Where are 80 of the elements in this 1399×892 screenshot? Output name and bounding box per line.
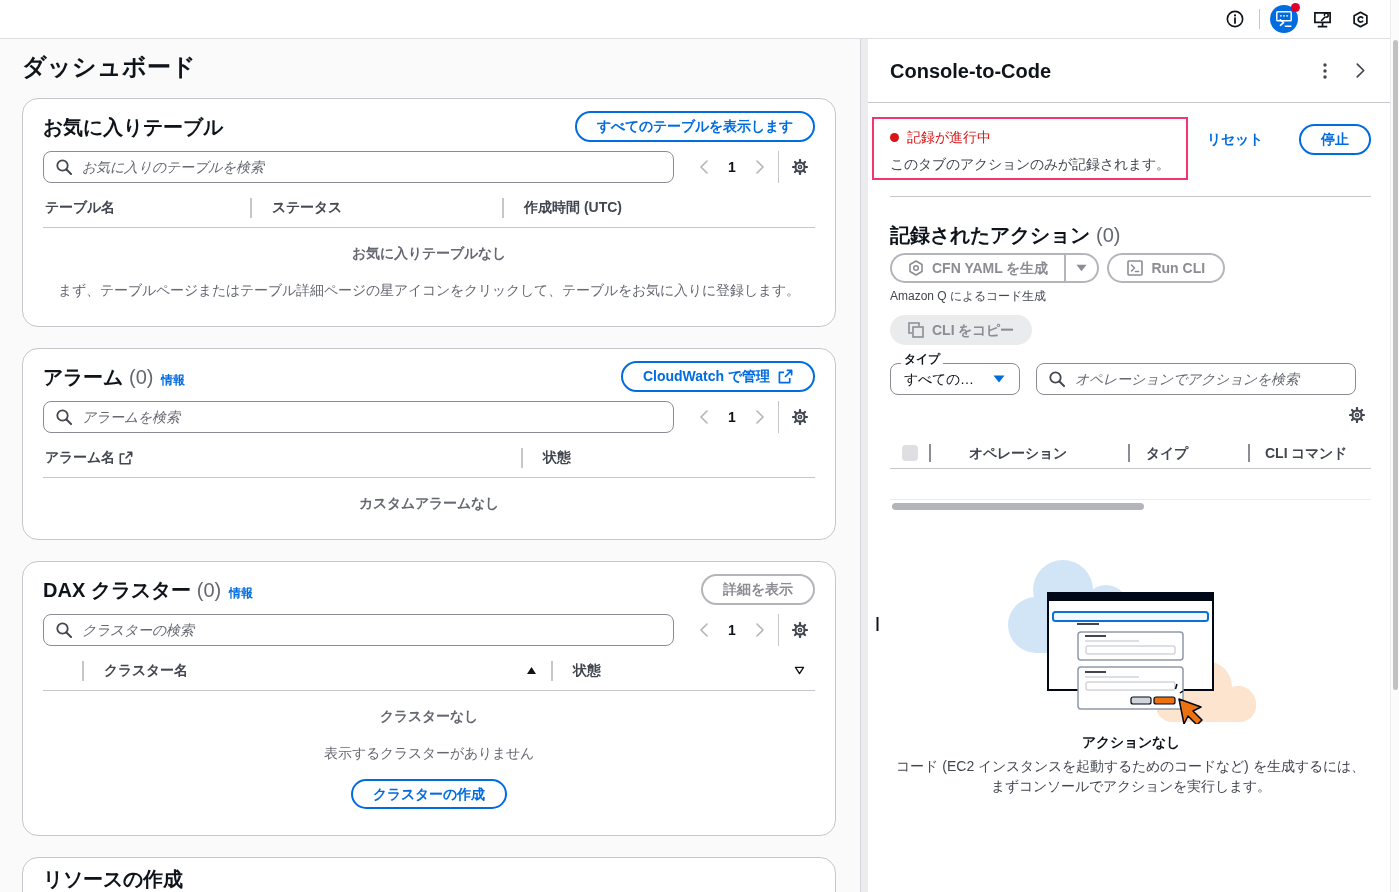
column-header: 状態 (541, 448, 571, 467)
item-count: (0) (1096, 223, 1121, 248)
search-icon (1049, 371, 1065, 387)
recording-note: このタブのアクションのみが記録されます。 (890, 155, 1171, 174)
empty-state-description: まず、テーブルページまたはテーブル詳細ページの星アイコンをクリックして、テーブルをお気に入りに登録します。 (57, 281, 801, 300)
caption-text: Amazon Q によるコード生成 (890, 288, 1048, 304)
chevron-right-icon (756, 623, 764, 637)
empty-state-title: お気に入りテーブルなし (351, 244, 507, 263)
empty-state-description: 表示するクラスターがありません (323, 744, 535, 763)
search-field[interactable]: クラスターの検索 (43, 614, 674, 646)
more-icon (1323, 62, 1327, 79)
search-icon (56, 159, 72, 175)
item-count: (0) (196, 577, 222, 603)
search-field[interactable]: アラームを検索 (43, 401, 674, 433)
empty-state-title: クラスターなし (379, 707, 479, 726)
dropdown-button[interactable] (1064, 253, 1100, 283)
info-link[interactable]: 情報 (161, 370, 186, 389)
chevron-right-icon (756, 160, 764, 174)
empty-state-title: カスタムアラームなし (358, 494, 500, 513)
text-cursor-icon (876, 617, 879, 631)
scrollbar-thumb[interactable] (892, 503, 1144, 510)
chevron-left-icon (700, 160, 708, 174)
card-title: DAX クラスター (43, 577, 191, 603)
column-header: テーブル名 (44, 198, 115, 217)
column-header: CLI コマンド (1264, 443, 1348, 463)
stop-button[interactable]: 停止 (1299, 124, 1371, 155)
chevron-right-icon (1355, 63, 1365, 78)
search-icon (56, 622, 72, 638)
copy-icon (908, 322, 924, 338)
panel-title: Console-to-Code (890, 58, 1053, 84)
column-header: オペレーション (968, 443, 1067, 463)
column-header: タイプ (1145, 443, 1188, 463)
column-header[interactable]: 状態 (553, 660, 601, 681)
field-label: タイプ (901, 351, 943, 367)
search-field[interactable]: オペレーションでアクションを検索 (1036, 363, 1356, 395)
sort-ascending-icon[interactable] (526, 666, 537, 675)
empty-state-title: アクションなし (1080, 733, 1181, 752)
card-title: お気に入りテーブル (43, 114, 223, 140)
caret-down-icon (1076, 264, 1088, 272)
item-count: (0) (129, 364, 154, 390)
column-header: ステータス (271, 198, 342, 217)
action-button[interactable]: CloudWatch で管理 (620, 361, 815, 392)
gear-icon (1349, 407, 1365, 423)
column-header: アラーム名 (44, 448, 115, 467)
page-number[interactable]: 1 (714, 619, 750, 641)
gear-icon (792, 409, 808, 425)
search-icon (56, 409, 72, 425)
terminal-icon (1127, 260, 1144, 276)
gear-icon (792, 159, 808, 175)
settings-button[interactable] (792, 159, 808, 175)
page-title: ダッシュボード (22, 52, 197, 82)
settings-button[interactable] (792, 622, 808, 638)
settings-button[interactable] (1349, 407, 1365, 423)
code-terminal-icon (1275, 10, 1293, 28)
page-number[interactable]: 1 (714, 406, 750, 428)
page-number[interactable]: 1 (714, 156, 750, 178)
settings-button[interactable] (792, 409, 808, 425)
column-header[interactable]: クラスター名 (84, 660, 188, 681)
action-button[interactable]: すべてのテーブルを表示します (575, 111, 815, 142)
chevron-right-icon (756, 410, 764, 424)
scrollbar-thumb[interactable] (1393, 40, 1398, 690)
recording-status: 記録が進行中 (907, 127, 991, 147)
card-title: アラーム (43, 364, 123, 390)
reset-button[interactable]: リセット (1203, 124, 1267, 155)
create-button[interactable]: クラスターの作成 (351, 779, 507, 809)
chevron-left-icon (700, 623, 708, 637)
monitor-wrench-icon (1312, 9, 1332, 29)
sort-icon[interactable] (794, 666, 805, 675)
info-icon (1226, 10, 1244, 28)
gear-icon (792, 622, 808, 638)
card-title: リソースの作成 (43, 868, 183, 890)
empty-state-description: コード (EC2 インスタンスを起動するためのコードなど) を生成するには、まずコンソールでアクションを実行します。 (895, 757, 1366, 796)
hexagon-icon (1351, 10, 1369, 28)
info-link[interactable]: 情報 (229, 583, 254, 602)
chevron-left-icon (700, 410, 708, 424)
section-title: 記録されたアクション (890, 223, 1090, 248)
column-header: 作成時間 (UTC) (522, 198, 622, 217)
hexagon-icon (908, 260, 924, 276)
search-field[interactable]: お気に入りのテーブルを検索 (43, 151, 674, 183)
caret-down-icon (993, 375, 1005, 383)
